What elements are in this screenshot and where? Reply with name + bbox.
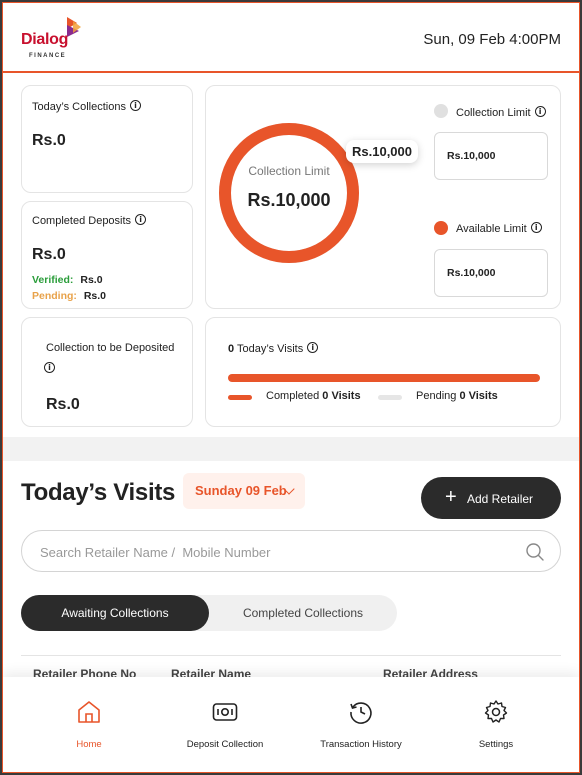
completed-legend-value: 0 Visits bbox=[322, 390, 361, 402]
plus-icon: + bbox=[445, 486, 457, 508]
info-icon[interactable]: i bbox=[44, 362, 55, 373]
collection-limit-label: Collection Limit bbox=[456, 107, 531, 119]
nav-settings-label: Settings bbox=[478, 739, 514, 750]
tab-awaiting-collections[interactable]: Awaiting Collections bbox=[21, 595, 209, 631]
bottom-navigation: Home Deposit Collection Transaction Hist… bbox=[3, 677, 579, 772]
ring-label: Collection Limit bbox=[248, 164, 330, 178]
todays-collections-title-row: Today’s Collections i bbox=[32, 100, 141, 113]
info-icon[interactable]: i bbox=[129, 100, 141, 111]
info-icon[interactable]: i bbox=[135, 214, 147, 225]
available-limit-dot bbox=[434, 221, 448, 235]
cash-icon bbox=[212, 703, 238, 721]
todays-collections-amount: Rs.0 bbox=[32, 132, 66, 149]
collection-limit-value: Rs.10,000 bbox=[434, 132, 548, 180]
ring-tooltip-badge: Rs.10,000 bbox=[346, 140, 418, 163]
visits-progress-bar bbox=[228, 374, 540, 382]
collections-tabs: Awaiting Collections Completed Collectio… bbox=[21, 595, 397, 631]
header-datetime: Sun, 09 Feb 4:00PM bbox=[423, 31, 561, 48]
completed-legend-label: Completed bbox=[266, 390, 320, 402]
date-filter-label: Sunday 09 Feb bbox=[195, 483, 287, 498]
retailer-search bbox=[21, 530, 561, 572]
logo-text: Dialog bbox=[21, 31, 69, 48]
available-limit-label: Available Limit bbox=[456, 223, 527, 235]
nav-home-label: Home bbox=[76, 739, 102, 750]
app-header: Dialog FINANCE Sun, 09 Feb 4:00PM bbox=[3, 3, 579, 73]
date-filter-dropdown[interactable]: Sunday 09 Feb bbox=[183, 473, 305, 509]
nav-transaction-history[interactable]: Transaction History bbox=[289, 677, 433, 772]
search-input[interactable] bbox=[40, 542, 500, 562]
completed-deposits-card: Completed Deposits i Rs.0 Verified: Rs.0 … bbox=[21, 201, 193, 309]
verified-row: Verified: Rs.0 bbox=[32, 274, 103, 286]
completed-deposits-title: Completed Deposits bbox=[32, 215, 132, 227]
verified-value: Rs.0 bbox=[80, 274, 103, 286]
add-retailer-button[interactable]: + Add Retailer bbox=[421, 477, 561, 519]
nav-deposit-collection[interactable]: Deposit Collection bbox=[153, 677, 297, 772]
visits-summary-label: Today’s Visits bbox=[236, 343, 304, 355]
completed-legend-swatch bbox=[228, 395, 252, 400]
collection-limit-label-row: Collection Limit i bbox=[456, 106, 546, 119]
nav-home[interactable]: Home bbox=[17, 677, 161, 772]
available-limit-value: Rs.10,000 bbox=[434, 249, 548, 297]
search-icon[interactable] bbox=[526, 543, 544, 561]
nav-deposit-collection-label: Deposit Collection bbox=[186, 739, 264, 750]
pending-label: Pending: bbox=[32, 290, 77, 302]
todays-collections-title: Today’s Collections bbox=[32, 101, 126, 113]
info-icon[interactable]: i bbox=[534, 106, 546, 117]
add-retailer-label: Add Retailer bbox=[467, 492, 534, 506]
pending-value: Rs.0 bbox=[83, 290, 107, 302]
info-icon[interactable]: i bbox=[307, 342, 319, 353]
gear-icon bbox=[484, 700, 508, 723]
dialog-finance-logo: Dialog FINANCE bbox=[21, 17, 91, 63]
visits-summary-card: 0 Today’s Visits i Completed 0 Visits Pen… bbox=[205, 317, 561, 427]
history-icon bbox=[350, 702, 372, 724]
todays-visits-heading: Today’s Visits bbox=[21, 479, 176, 506]
logo-subtext: FINANCE bbox=[29, 53, 67, 59]
pending-row: Pending: Rs.0 bbox=[32, 290, 106, 302]
available-limit-label-row: Available Limit i bbox=[456, 222, 542, 235]
verified-label: Verified: bbox=[32, 274, 74, 286]
pending-legend-swatch bbox=[378, 395, 402, 400]
nav-settings[interactable]: Settings bbox=[424, 677, 568, 772]
todays-collections-card: Today’s Collections i Rs.0 bbox=[21, 85, 193, 193]
completed-legend: Completed 0 Visits bbox=[266, 390, 361, 402]
nav-transaction-history-label: Transaction History bbox=[320, 739, 402, 750]
info-icon[interactable]: i bbox=[530, 222, 542, 233]
limit-ring: Collection Limit Rs.10,000 bbox=[218, 122, 360, 264]
to-be-deposited-amount: Rs.0 bbox=[46, 396, 80, 413]
ring-value: Rs.10,000 bbox=[247, 190, 331, 210]
tab-completed-collections[interactable]: Completed Collections bbox=[209, 595, 397, 631]
visits-summary-title: 0 Today’s Visits i bbox=[228, 342, 319, 355]
app-frame: Dialog FINANCE Sun, 09 Feb 4:00PM Today’… bbox=[2, 2, 580, 773]
completed-deposits-title-row: Completed Deposits i bbox=[32, 214, 147, 227]
completed-deposits-amount: Rs.0 bbox=[32, 246, 66, 263]
collection-limit-dot bbox=[434, 104, 448, 118]
pending-legend-value: 0 Visits bbox=[459, 390, 498, 402]
visits-count: 0 bbox=[228, 343, 235, 355]
pending-legend: Pending 0 Visits bbox=[416, 390, 498, 402]
to-be-deposited-card: Collection to be Deposited i Rs.0 bbox=[21, 317, 193, 427]
to-be-deposited-title: Collection to be Deposited bbox=[46, 342, 175, 354]
collection-limit-card: Collection Limit Rs.10,000 Rs.10,000 Col… bbox=[205, 85, 561, 309]
home-icon bbox=[78, 701, 100, 723]
pending-legend-label: Pending bbox=[416, 390, 457, 402]
table-divider bbox=[21, 655, 561, 656]
section-separator bbox=[3, 437, 579, 461]
